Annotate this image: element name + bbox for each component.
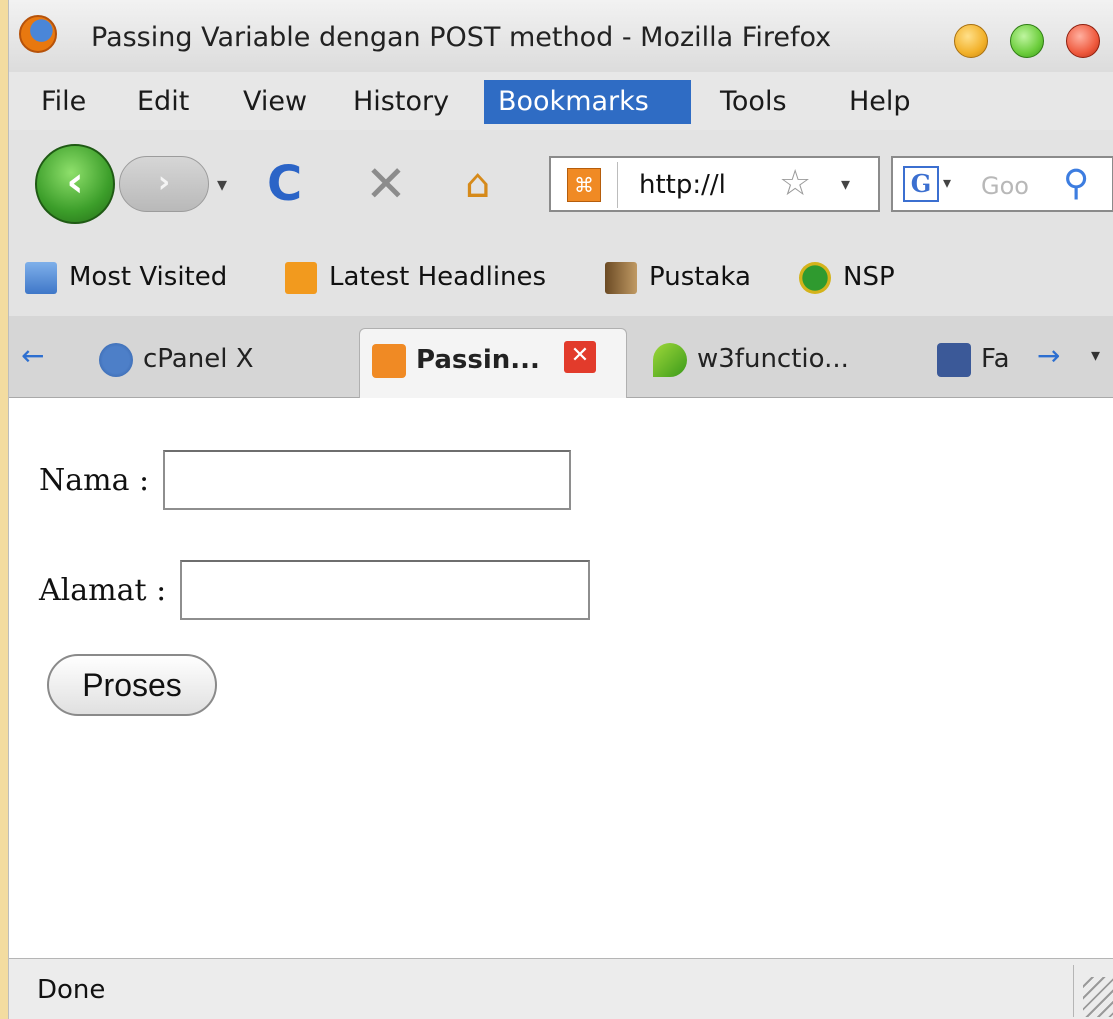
firefox-logo-icon	[19, 15, 57, 53]
url-history-dropdown-icon[interactable]: ▾	[841, 168, 850, 202]
navigation-toolbar: ‹ › ▾ C ✕ ⌂ ⌘ http://l ☆ ▾ G ▾ Goo ⚲	[9, 130, 1113, 236]
tab-w3functions[interactable]: w3functio...	[641, 328, 909, 398]
bookmark-label: Most Visited	[69, 262, 228, 292]
home-icon[interactable]: ⌂	[465, 156, 490, 212]
status-text: Done	[37, 975, 106, 1005]
search-bar[interactable]: G ▾ Goo ⚲	[891, 156, 1113, 212]
page-content: Nama : Alamat : Proses	[9, 398, 1113, 958]
close-tab-icon[interactable]: ✕	[564, 341, 596, 373]
proses-button[interactable]: Proses	[47, 654, 217, 716]
search-engine-dropdown-icon[interactable]: ▾	[943, 166, 951, 200]
close-window-button[interactable]	[1066, 24, 1100, 58]
bookmark-label: Pustaka	[649, 262, 751, 292]
bookmark-most-visited[interactable]: Most Visited	[25, 256, 227, 298]
url-text[interactable]: http://l	[639, 170, 726, 200]
status-bar: Done	[9, 958, 1113, 1019]
nama-input[interactable]	[162, 450, 571, 510]
bookmark-latest-headlines[interactable]: Latest Headlines	[285, 256, 546, 298]
search-input[interactable]: Goo	[981, 172, 1029, 200]
stop-icon[interactable]: ✕	[365, 156, 407, 212]
menu-edit[interactable]: Edit	[123, 80, 203, 124]
tab-passing-variable[interactable]: Passin... ✕	[359, 328, 627, 398]
url-bar[interactable]: ⌘ http://l ☆ ▾	[549, 156, 880, 212]
bookmark-nsp[interactable]: NSP	[799, 256, 895, 298]
menu-help[interactable]: Help	[835, 80, 925, 124]
menu-view[interactable]: View	[229, 80, 321, 124]
nsp-icon	[799, 261, 831, 294]
book-icon	[605, 261, 637, 294]
scroll-tabs-right-icon[interactable]: →	[1037, 334, 1060, 378]
url-divider	[617, 162, 618, 208]
menu-history[interactable]: History	[339, 80, 463, 124]
menu-file[interactable]: File	[27, 80, 100, 124]
resize-grip-icon[interactable]	[1083, 977, 1113, 1017]
facebook-icon	[937, 342, 971, 377]
site-favicon-icon: ⌘	[567, 168, 601, 202]
menu-bookmarks[interactable]: Bookmarks	[484, 80, 691, 124]
w3functions-icon	[653, 342, 687, 377]
tab-cpanel[interactable]: cPanel X	[87, 328, 345, 398]
tab-label: Passin...	[416, 345, 540, 375]
title-bar: Passing Variable dengan POST method - Mo…	[9, 0, 1113, 72]
bookmark-star-icon[interactable]: ☆	[779, 164, 811, 204]
bookmark-label: NSP	[843, 262, 895, 292]
alamat-label: Alamat :	[39, 572, 167, 608]
cpanel-icon	[99, 342, 133, 377]
rss-feed-icon	[285, 261, 317, 294]
alamat-input[interactable]	[179, 560, 590, 620]
browser-window: Passing Variable dengan POST method - Mo…	[8, 0, 1113, 1019]
menu-bar: File Edit View History Bookmarks Tools H…	[9, 72, 1113, 192]
bookmarks-toolbar: Most Visited Latest Headlines Pustaka NS…	[9, 236, 1113, 316]
nama-row: Nama :	[39, 450, 571, 510]
bookmark-label: Latest Headlines	[329, 262, 547, 292]
forward-button[interactable]: ›	[119, 156, 209, 212]
list-all-tabs-icon[interactable]: ▾	[1091, 334, 1100, 378]
bookmark-pustaka[interactable]: Pustaka	[605, 256, 751, 298]
alamat-row: Alamat :	[39, 560, 590, 620]
back-button[interactable]: ‹	[35, 144, 115, 224]
window-title: Passing Variable dengan POST method - Mo…	[91, 22, 832, 53]
tab-bar: ← cPanel X Passin... ✕ w3functio... Fa → …	[9, 316, 1113, 398]
scroll-tabs-left-icon[interactable]: ←	[21, 334, 44, 378]
nama-label: Nama :	[39, 462, 150, 498]
search-icon[interactable]: ⚲	[1063, 162, 1089, 206]
menu-tools[interactable]: Tools	[706, 80, 801, 124]
tab-facebook[interactable]: Fa	[925, 328, 1035, 398]
zoom-button[interactable]	[1010, 24, 1044, 58]
google-icon[interactable]: G	[903, 166, 939, 202]
minimize-button[interactable]	[954, 24, 988, 58]
reload-icon[interactable]: C	[267, 156, 302, 212]
tab-label: Fa	[981, 344, 1010, 374]
tab-label: cPanel X	[143, 344, 254, 374]
status-separator	[1073, 965, 1074, 1017]
xampp-icon	[372, 343, 406, 378]
history-dropdown-icon[interactable]: ▾	[209, 156, 235, 212]
tab-label: w3functio...	[697, 344, 849, 374]
most-visited-icon	[25, 261, 57, 294]
